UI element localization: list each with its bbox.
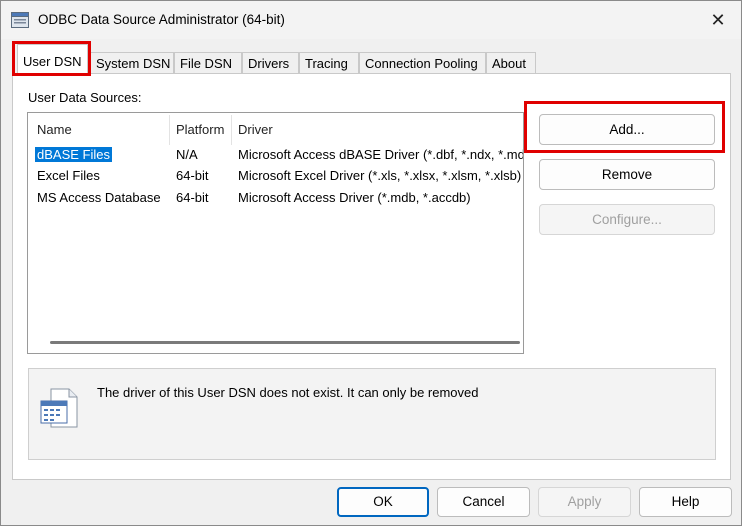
info-message: The driver of this User DSN does not exi… <box>97 385 479 400</box>
tab-connection-pooling[interactable]: Connection Pooling <box>359 52 486 74</box>
row-name: dBASE Files <box>35 147 112 162</box>
row-platform: 64-bit <box>176 190 209 205</box>
remove-button[interactable]: Remove <box>539 159 715 190</box>
row-name: MS Access Database <box>37 190 161 205</box>
close-icon: ✕ <box>710 9 726 30</box>
tab-tracing[interactable]: Tracing <box>299 52 359 74</box>
tab-label: About <box>492 56 526 71</box>
row-driver: Microsoft Access dBASE Driver (*.dbf, *.… <box>238 147 524 162</box>
add-button[interactable]: Add... <box>539 114 715 145</box>
tab-file-dsn[interactable]: File DSN <box>174 52 242 74</box>
tab-label: Tracing <box>305 56 348 71</box>
column-header-driver[interactable]: Driver <box>238 122 273 137</box>
ok-button[interactable]: OK <box>337 487 429 517</box>
row-platform: 64-bit <box>176 168 209 183</box>
title-bar[interactable]: ODBC Data Source Administrator (64-bit) … <box>1 1 741 39</box>
tab-drivers[interactable]: Drivers <box>242 52 299 74</box>
column-header-platform[interactable]: Platform <box>176 122 224 137</box>
tab-label: Connection Pooling <box>365 56 478 71</box>
tab-system-dsn[interactable]: System DSN <box>90 52 174 74</box>
row-platform: N/A <box>176 147 198 162</box>
help-button[interactable]: Help <box>639 487 732 517</box>
row-driver: Microsoft Excel Driver (*.xls, *.xlsx, *… <box>238 168 522 183</box>
column-divider[interactable] <box>169 115 170 145</box>
tab-about[interactable]: About <box>486 52 536 74</box>
list-row[interactable]: dBASE Files N/A Microsoft Access dBASE D… <box>28 145 523 167</box>
column-header-name[interactable]: Name <box>37 122 72 137</box>
tab-label: System DSN <box>96 56 171 71</box>
column-divider[interactable] <box>231 115 232 145</box>
odbc-app-icon <box>11 12 29 28</box>
tab-label: File DSN <box>180 56 233 71</box>
user-data-sources-label: User Data Sources: <box>28 90 142 105</box>
tab-label: Drivers <box>248 56 290 71</box>
close-button[interactable]: ✕ <box>695 1 741 39</box>
tab-label: User DSN <box>23 54 82 69</box>
window-title: ODBC Data Source Administrator (64-bit) <box>38 12 285 27</box>
row-driver: Microsoft Access Driver (*.mdb, *.accdb) <box>238 190 471 205</box>
list-row[interactable]: Excel Files 64-bit Microsoft Excel Drive… <box>28 166 523 188</box>
tab-user-dsn[interactable]: User DSN <box>17 44 88 75</box>
configure-button[interactable]: Configure... <box>539 204 715 235</box>
list-row[interactable]: MS Access Database 64-bit Microsoft Acce… <box>28 188 523 210</box>
info-panel: The driver of this User DSN does not exi… <box>28 368 716 460</box>
cancel-button[interactable]: Cancel <box>437 487 530 517</box>
data-sources-list[interactable]: Name Platform Driver dBASE Files N/A Mic… <box>27 112 524 354</box>
data-source-icon <box>40 388 78 428</box>
horizontal-scrollbar[interactable] <box>50 341 520 344</box>
row-name: Excel Files <box>37 168 100 183</box>
apply-button[interactable]: Apply <box>538 487 631 517</box>
